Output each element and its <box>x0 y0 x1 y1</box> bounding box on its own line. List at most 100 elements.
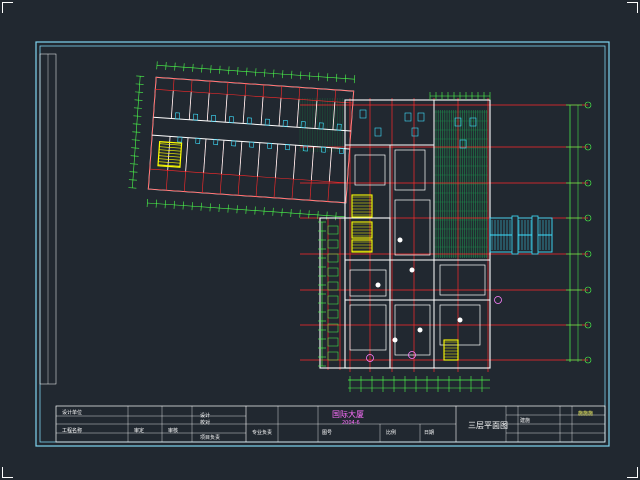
wing-door <box>192 113 198 121</box>
window-mark <box>327 267 339 277</box>
wing-room-wall <box>239 141 243 176</box>
wing-dim-tick <box>236 205 238 214</box>
wing-dim-tick <box>201 64 203 73</box>
title-block-field-label: 审定 <box>134 428 145 434</box>
wing-room-wall <box>278 98 282 127</box>
room <box>349 304 387 351</box>
main-block-outline <box>344 99 491 369</box>
wing-dim-tick <box>290 209 292 218</box>
wing-dim-tick <box>135 91 144 93</box>
room <box>439 264 486 296</box>
wing-dim-tick <box>200 202 202 211</box>
wing-door <box>300 121 306 129</box>
fixture <box>469 117 477 127</box>
wing-dim-tick <box>128 187 137 189</box>
wing-dim-tick <box>344 74 347 83</box>
wing-room-wall <box>242 95 246 124</box>
wing-dim-tick <box>156 61 158 70</box>
wing-dim-tick <box>130 163 139 165</box>
wing-dim-tick <box>300 71 302 80</box>
wing-dim-tick <box>132 123 141 125</box>
wing-room-wall <box>257 142 261 177</box>
title-block-project-date: 2004-6 <box>342 420 360 426</box>
wing-room-wall <box>292 145 297 180</box>
wing-dim-tick <box>218 204 220 213</box>
window-mark <box>327 225 339 235</box>
title-block-field-label: 设计单位 <box>62 410 83 416</box>
wing-dim-tick <box>131 139 140 141</box>
wing-dim-tick <box>254 206 256 215</box>
title-block-field-label: 工程名称 <box>62 428 83 434</box>
room <box>394 149 426 191</box>
title-block-field-label: 建施 <box>520 418 531 424</box>
wing-room-wall <box>224 94 228 123</box>
title-block-field-label: 比例 <box>386 430 397 436</box>
window-mark <box>327 281 339 291</box>
window-mark <box>327 337 339 347</box>
window-mark <box>327 239 339 249</box>
wing-axis-h <box>155 88 353 104</box>
wing-stair-tread <box>158 152 181 155</box>
wing-dim-tick <box>291 70 293 79</box>
wing-dim-tick <box>318 72 320 81</box>
wing-dim-tick <box>326 73 329 82</box>
window-mark <box>327 253 339 263</box>
wing-door <box>285 144 291 151</box>
wing-dim-tick <box>183 63 185 72</box>
window-mark <box>327 351 339 361</box>
wing-dim-tick <box>255 68 257 77</box>
wing-dim-tick <box>146 198 148 208</box>
wing-room-wall <box>296 99 300 128</box>
room <box>394 304 431 356</box>
title-block-project-title: 国际大厦 <box>332 410 364 419</box>
wing-door <box>264 118 270 126</box>
title-block-field-label: 日期 <box>424 430 435 436</box>
wing-stair-tread <box>158 155 181 158</box>
wing-stair-tread <box>158 158 181 161</box>
wing-room-wall <box>206 93 210 121</box>
wing-dim-tick <box>136 75 145 77</box>
wing-dim-tick <box>245 205 247 214</box>
fixture <box>404 112 412 122</box>
wing-stair-tread <box>159 143 182 146</box>
wing-dim-tick <box>282 70 284 79</box>
window-mark <box>327 309 339 319</box>
wing-dim-tick <box>272 207 274 216</box>
wing-dim-tick <box>299 209 301 218</box>
wing-door <box>174 112 181 120</box>
wing-stair-tread <box>159 146 182 149</box>
wing-dim-tick <box>308 210 310 219</box>
title-block-designer-label: 设计 <box>200 413 211 419</box>
detail-marker <box>494 296 502 304</box>
east-stair-column <box>511 215 519 255</box>
room <box>394 199 431 256</box>
wing-door <box>231 140 237 147</box>
fixture <box>374 127 382 137</box>
cad-drawing-canvas[interactable] <box>0 0 640 480</box>
wing-door <box>213 139 219 146</box>
wing-dim-tick <box>155 199 157 208</box>
title-block-field-label: 专业负责 <box>252 430 273 436</box>
fixture <box>359 109 367 119</box>
window-mark <box>327 295 339 305</box>
wing-dim-tick <box>133 107 142 109</box>
wing-dim-tick <box>353 75 356 84</box>
column-dot <box>375 282 381 288</box>
wing-dim-tick <box>164 200 166 209</box>
column-dot <box>417 327 423 333</box>
wing-door <box>282 119 288 127</box>
room <box>349 269 387 297</box>
wing-door <box>303 145 309 152</box>
column-dot <box>457 317 463 323</box>
wing-dim-tick <box>132 131 141 133</box>
wing-dim-tick <box>182 201 184 210</box>
title-block-sheet-number: 施施施 <box>578 411 594 417</box>
wing-stair-tread <box>159 149 182 152</box>
wing-room-wall <box>328 147 333 182</box>
title-block-frame <box>55 405 606 443</box>
wing-dim-tick <box>309 71 311 81</box>
wing-dim-tick <box>210 65 212 74</box>
wing-dim-tick <box>128 179 137 181</box>
wing-room-wall <box>188 91 192 120</box>
wing-room-wall <box>203 138 207 173</box>
